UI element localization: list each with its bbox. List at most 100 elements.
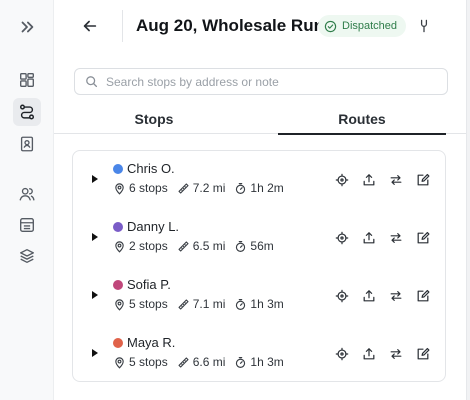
stopwatch-icon — [236, 298, 246, 310]
route-color-dot — [113, 221, 123, 232]
route-distance: 6.5 mi — [192, 239, 226, 253]
swap-arrows-icon — [390, 174, 401, 185]
back-button[interactable] — [78, 14, 102, 38]
nav-users[interactable] — [13, 180, 41, 208]
route-header: Maya R. — [113, 335, 175, 350]
edit-icon — [417, 173, 429, 185]
route-distance: 7.2 mi — [192, 181, 226, 195]
route-row[interactable]: Chris O. 6 stops 7.2 mi 1h 2m — [73, 151, 445, 209]
wrench-icon — [420, 19, 428, 33]
row-actions — [333, 229, 431, 246]
route-color-dot — [113, 337, 123, 348]
nav-rail — [0, 0, 54, 400]
edit-button[interactable] — [414, 287, 431, 304]
status-badge: Dispatched — [318, 15, 407, 37]
tab-routes[interactable]: Routes — [278, 104, 446, 135]
share-icon — [363, 289, 374, 301]
route-row[interactable]: Maya R. 5 stops 6.6 mi 1h 3m — [73, 325, 445, 383]
expand-caret-icon[interactable] — [90, 290, 100, 300]
ruler-icon — [178, 298, 189, 310]
crosshair-icon — [335, 231, 348, 244]
ruler-icon — [178, 240, 189, 252]
share-button[interactable] — [360, 229, 377, 246]
route-color-dot — [113, 163, 123, 174]
locate-button[interactable] — [333, 229, 350, 246]
swap-button[interactable] — [387, 287, 404, 304]
nav-layers[interactable] — [13, 242, 41, 270]
stop-count: 6 stops — [129, 181, 168, 195]
pin-icon — [115, 182, 124, 195]
driver-name: Chris O. — [127, 161, 175, 176]
crosshair-icon — [335, 347, 348, 360]
search-input[interactable] — [106, 74, 436, 89]
status-label: Dispatched — [342, 20, 398, 32]
nav-contacts[interactable] — [13, 130, 41, 158]
route-stats: 5 stops 6.6 mi 1h 3m — [113, 355, 293, 369]
expand-caret-icon[interactable] — [90, 174, 100, 184]
share-button[interactable] — [360, 287, 377, 304]
header-divider — [122, 10, 123, 42]
locate-button[interactable] — [333, 171, 350, 188]
stop-count: 5 stops — [129, 355, 168, 369]
expand-caret-icon[interactable] — [90, 232, 100, 242]
route-header: Chris O. — [113, 161, 175, 176]
stop-count: 2 stops — [129, 239, 168, 253]
locate-button[interactable] — [333, 287, 350, 304]
side-panel-edge — [466, 0, 470, 400]
share-icon — [363, 173, 374, 185]
swap-button[interactable] — [387, 229, 404, 246]
route-header: Danny L. — [113, 219, 179, 234]
search-icon — [86, 76, 98, 88]
swap-arrows-icon — [390, 348, 401, 359]
page-title: Aug 20, Wholesale Run — [136, 16, 324, 35]
crosshair-icon — [335, 173, 348, 186]
swap-arrows-icon — [390, 232, 401, 243]
catalog-icon — [20, 218, 34, 232]
route-duration: 1h 2m — [250, 181, 284, 195]
route-row[interactable]: Sofia P. 5 stops 7.1 mi 1h 3m — [73, 267, 445, 325]
swap-arrows-icon — [390, 290, 401, 301]
contacts-book-icon — [20, 136, 34, 152]
route-row[interactable]: Danny L. 2 stops 6.5 mi 56m — [73, 209, 445, 267]
route-color-dot — [113, 279, 123, 290]
tab-stops[interactable]: Stops — [78, 104, 230, 134]
route-header: Sofia P. — [113, 277, 171, 292]
driver-name: Sofia P. — [127, 277, 171, 292]
crosshair-icon — [335, 289, 348, 302]
share-icon — [363, 347, 374, 359]
route-duration: 56m — [250, 239, 274, 253]
edit-icon — [417, 231, 429, 243]
swap-button[interactable] — [387, 171, 404, 188]
share-button[interactable] — [360, 171, 377, 188]
nav-routes[interactable] — [13, 98, 41, 126]
locate-button[interactable] — [333, 345, 350, 362]
view-tabs: Stops Routes — [54, 104, 466, 135]
row-actions — [333, 171, 431, 188]
search-box — [74, 68, 448, 95]
route-distance: 6.6 mi — [192, 355, 226, 369]
route-icon — [19, 104, 35, 120]
expand-sidebar-button[interactable] — [13, 13, 41, 41]
pin-icon — [115, 240, 124, 253]
driver-name: Danny L. — [127, 219, 180, 234]
edit-icon — [417, 347, 429, 359]
route-duration: 1h 3m — [250, 297, 284, 311]
share-button[interactable] — [360, 345, 377, 362]
expand-caret-icon[interactable] — [90, 348, 100, 358]
tools-button[interactable] — [412, 14, 436, 38]
driver-name: Maya R. — [127, 335, 176, 350]
route-stats: 6 stops 7.2 mi 1h 2m — [113, 181, 293, 195]
users-icon — [19, 187, 35, 201]
share-icon — [363, 231, 374, 243]
edit-button[interactable] — [414, 171, 431, 188]
swap-button[interactable] — [387, 345, 404, 362]
nav-catalog[interactable] — [13, 211, 41, 239]
stopwatch-icon — [236, 182, 246, 194]
row-actions — [333, 287, 431, 304]
nav-dashboard[interactable] — [13, 66, 41, 94]
edit-button[interactable] — [414, 229, 431, 246]
edit-button[interactable] — [414, 345, 431, 362]
route-duration: 1h 3m — [250, 355, 284, 369]
ruler-icon — [178, 356, 189, 368]
arrow-left-icon — [83, 20, 97, 32]
